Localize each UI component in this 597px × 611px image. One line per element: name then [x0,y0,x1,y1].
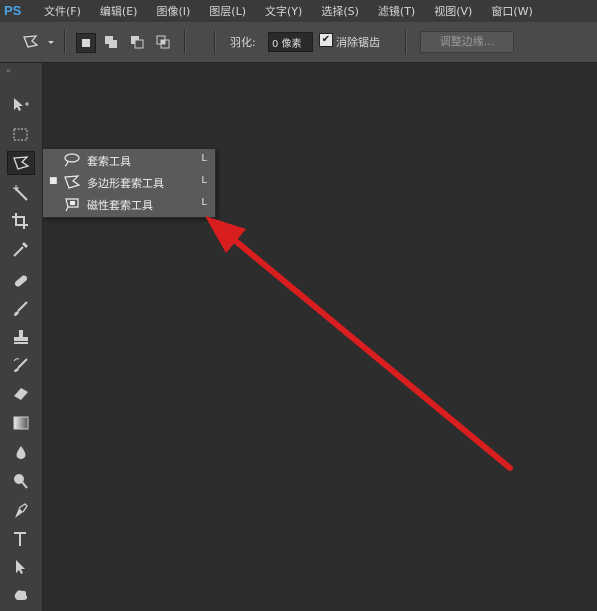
photoshop-window: PS 文件(F) 编辑(E) 图像(I) 图层(L) 文字(Y) 选择(S) 滤… [0,0,597,611]
arrow-shaft [229,235,513,471]
annotation-arrow [205,216,513,471]
